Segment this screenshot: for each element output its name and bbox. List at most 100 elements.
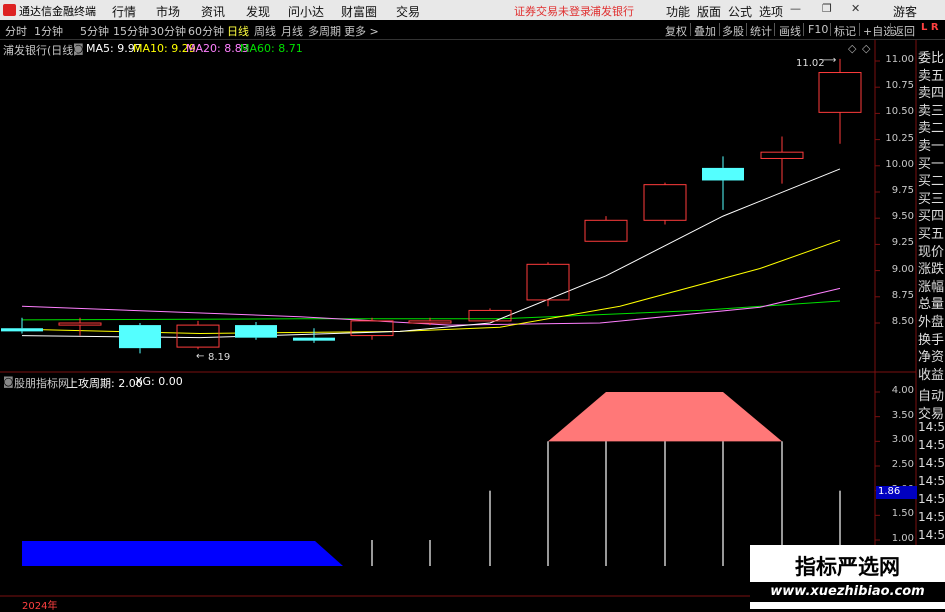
menu-item-layout[interactable]: 版面 [697,3,721,20]
trade-time: 14:56 [918,474,945,488]
price-axis-label: 9.50 [891,211,914,223]
tab-daily[interactable]: 日线 [227,23,249,39]
tab-monthly[interactable]: 月线 [281,23,303,39]
high-price-annotation: 11.02 [796,58,825,69]
indicator-param-2: XG: 0.00 [135,375,183,388]
app-title: 通达信金融终端 [19,5,96,18]
price-axis-label: 10.75 [885,80,914,92]
side-panel-item: 买四 [918,209,945,225]
candle-body [702,167,744,181]
blue-signal-bar [22,541,343,566]
tab-5min[interactable]: 5分钟 [80,23,109,39]
tab-multi-period[interactable]: 多周期 [308,23,341,39]
side-panel-item: 换手 [918,332,945,348]
year-label: 2024年 [22,601,58,612]
tab-30min[interactable]: 30分钟 [150,23,186,39]
candle-body [584,219,628,242]
candle-body [176,324,220,348]
chart-area [0,40,917,609]
tab-weekly[interactable]: 周线 [254,23,276,39]
candle-body [235,325,277,338]
sub-axis-label: 1.50 [891,508,914,520]
menu-item-assistant[interactable]: 问小达 [288,3,324,20]
sub-axis-label: 1.00 [891,533,914,544]
candle-body [468,309,512,322]
multi-stock-button[interactable]: 多股 [722,23,744,39]
menu-item-function[interactable]: 功能 [666,3,690,20]
indicator-name: 股朋指标网 [14,377,69,390]
minimize-icon[interactable]: — [790,2,804,16]
price-axis-label: 8.75 [891,289,914,301]
price-axis-label: 8.50 [891,316,914,327]
indicator-param-1: 上攻周期: 2.00 [67,377,143,390]
close-icon[interactable]: ✕ [851,2,865,16]
price-axis-label: 9.00 [891,263,914,275]
menu-item-discover[interactable]: 发现 [246,3,270,20]
adjust-button[interactable]: 复权 [665,23,687,39]
candle-body [408,320,452,324]
side-panel-item: 买三 [918,191,945,207]
restore-icon[interactable]: ❐ [822,2,836,16]
tab-1min[interactable]: 1分钟 [34,23,63,39]
sub-axis-label: 2.50 [891,459,914,470]
trade-time: 14:56 [918,438,945,452]
tab-15min[interactable]: 15分钟 [113,23,149,39]
candle-body [350,320,394,337]
mark-button[interactable]: 标记 [834,23,856,39]
side-panel-item: 外盘 [918,315,945,330]
menu-item-news[interactable]: 资讯 [201,3,225,20]
menu-bar: 通达信金融终端 行情 市场 资讯 发现 问小达 财富圈 交易 证券交易未登录 浦… [0,0,945,20]
ma5-line [21,168,841,339]
candle-body [526,263,570,301]
tab-more[interactable]: 更多 > [344,23,379,39]
side-panel-item: 净资 [918,350,945,366]
side-panel-item: 委比 [918,51,945,66]
watermark-url: www.xuezhibiao.com [750,582,945,602]
overlay-button[interactable]: 叠加 [694,23,716,39]
menu-item-market[interactable]: 市场 [156,3,180,20]
trade-time: 14:56 [918,492,945,506]
tab-intraday[interactable]: 分时 [5,23,27,39]
tab-60min[interactable]: 60分钟 [188,23,224,39]
candle-body [760,151,804,159]
trade-time: 14:56 [918,528,945,542]
candle-body [293,337,335,341]
sub-current-value: 1.86 [876,486,917,499]
sub-axis-label: 4.00 [891,385,914,396]
trade-time: 14:56 [918,456,945,470]
side-panel-item: 涨跌 [918,262,945,278]
statistics-button[interactable]: 统计 [750,23,772,39]
sub-axis-label: 3.50 [891,409,914,421]
menu-item-options[interactable]: 选项 [759,3,783,20]
trade-time: 14:56 [918,420,945,434]
side-panel-item: 卖三 [918,103,945,119]
side-panel-item: 买二 [918,174,945,190]
side-panel-item: 涨幅 [918,279,945,295]
menu-item-quotes[interactable]: 行情 [112,3,136,20]
attack-zone [548,392,782,442]
watermark-title: 指标严选网 [795,555,900,579]
price-axis-label: 10.25 [885,132,914,144]
high-arrow-icon: ⟶ [822,55,837,66]
f10-button[interactable]: F10 [808,23,828,36]
candle-body [1,328,43,332]
menu-item-formula[interactable]: 公式 [728,3,752,20]
watermark-box: 指标严选网 www.xuezhibiao.com [750,545,945,609]
side-panel-item: 买五 [918,227,945,242]
price-axis-label: 10.00 [885,158,914,170]
side-panel-lower-item[interactable]: 自动 [918,385,945,404]
side-panel-item: 总量 [918,297,945,313]
guest-label[interactable]: 游客 [893,3,917,20]
draw-line-button[interactable]: 画线 [779,23,801,39]
menu-item-wealth[interactable]: 财富圈 [341,3,377,20]
sub-settings-icon[interactable]: ◙ [3,375,14,388]
trade-time: 14:56 [918,510,945,524]
period-tab-bar: 分时 1分钟 5分钟 15分钟 30分钟 60分钟 日线 周线 月线 多周期 更… [0,20,945,40]
back-button[interactable]: 返回 [893,23,915,39]
candle-body [119,325,161,349]
candle-body [643,184,687,221]
side-panel-item: 卖五 [918,68,945,84]
price-axis-label: 9.25 [891,237,914,249]
login-warning[interactable]: 证券交易未登录 [514,3,591,19]
menu-item-trade[interactable]: 交易 [396,3,420,20]
